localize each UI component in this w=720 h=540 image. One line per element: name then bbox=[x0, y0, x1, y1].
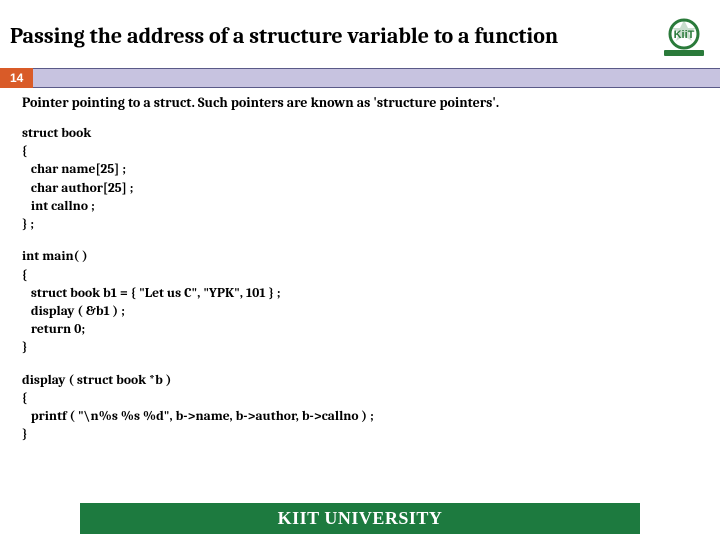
code-display: display ( struct book *b ) { printf ( "\… bbox=[22, 372, 698, 445]
page-number: 14 bbox=[0, 68, 33, 88]
code-struct-def: struct book { char name[25] ; char autho… bbox=[22, 125, 698, 234]
logo-text: KiiT bbox=[674, 29, 695, 41]
page-number-bar: 14 bbox=[0, 68, 720, 88]
title-bar: Passing the address of a structure varia… bbox=[0, 0, 720, 66]
content-area: Pointer pointing to a struct. Such point… bbox=[0, 94, 720, 445]
page-number-strip bbox=[33, 68, 720, 88]
slide-title: Passing the address of a structure varia… bbox=[10, 23, 558, 49]
footer-banner: KIIT UNIVERSITY bbox=[80, 503, 640, 534]
kiit-logo: KiiT bbox=[658, 14, 710, 58]
code-main: int main( ) { struct book b1 = { "Let us… bbox=[22, 248, 698, 357]
intro-text: Pointer pointing to a struct. Such point… bbox=[22, 94, 698, 111]
